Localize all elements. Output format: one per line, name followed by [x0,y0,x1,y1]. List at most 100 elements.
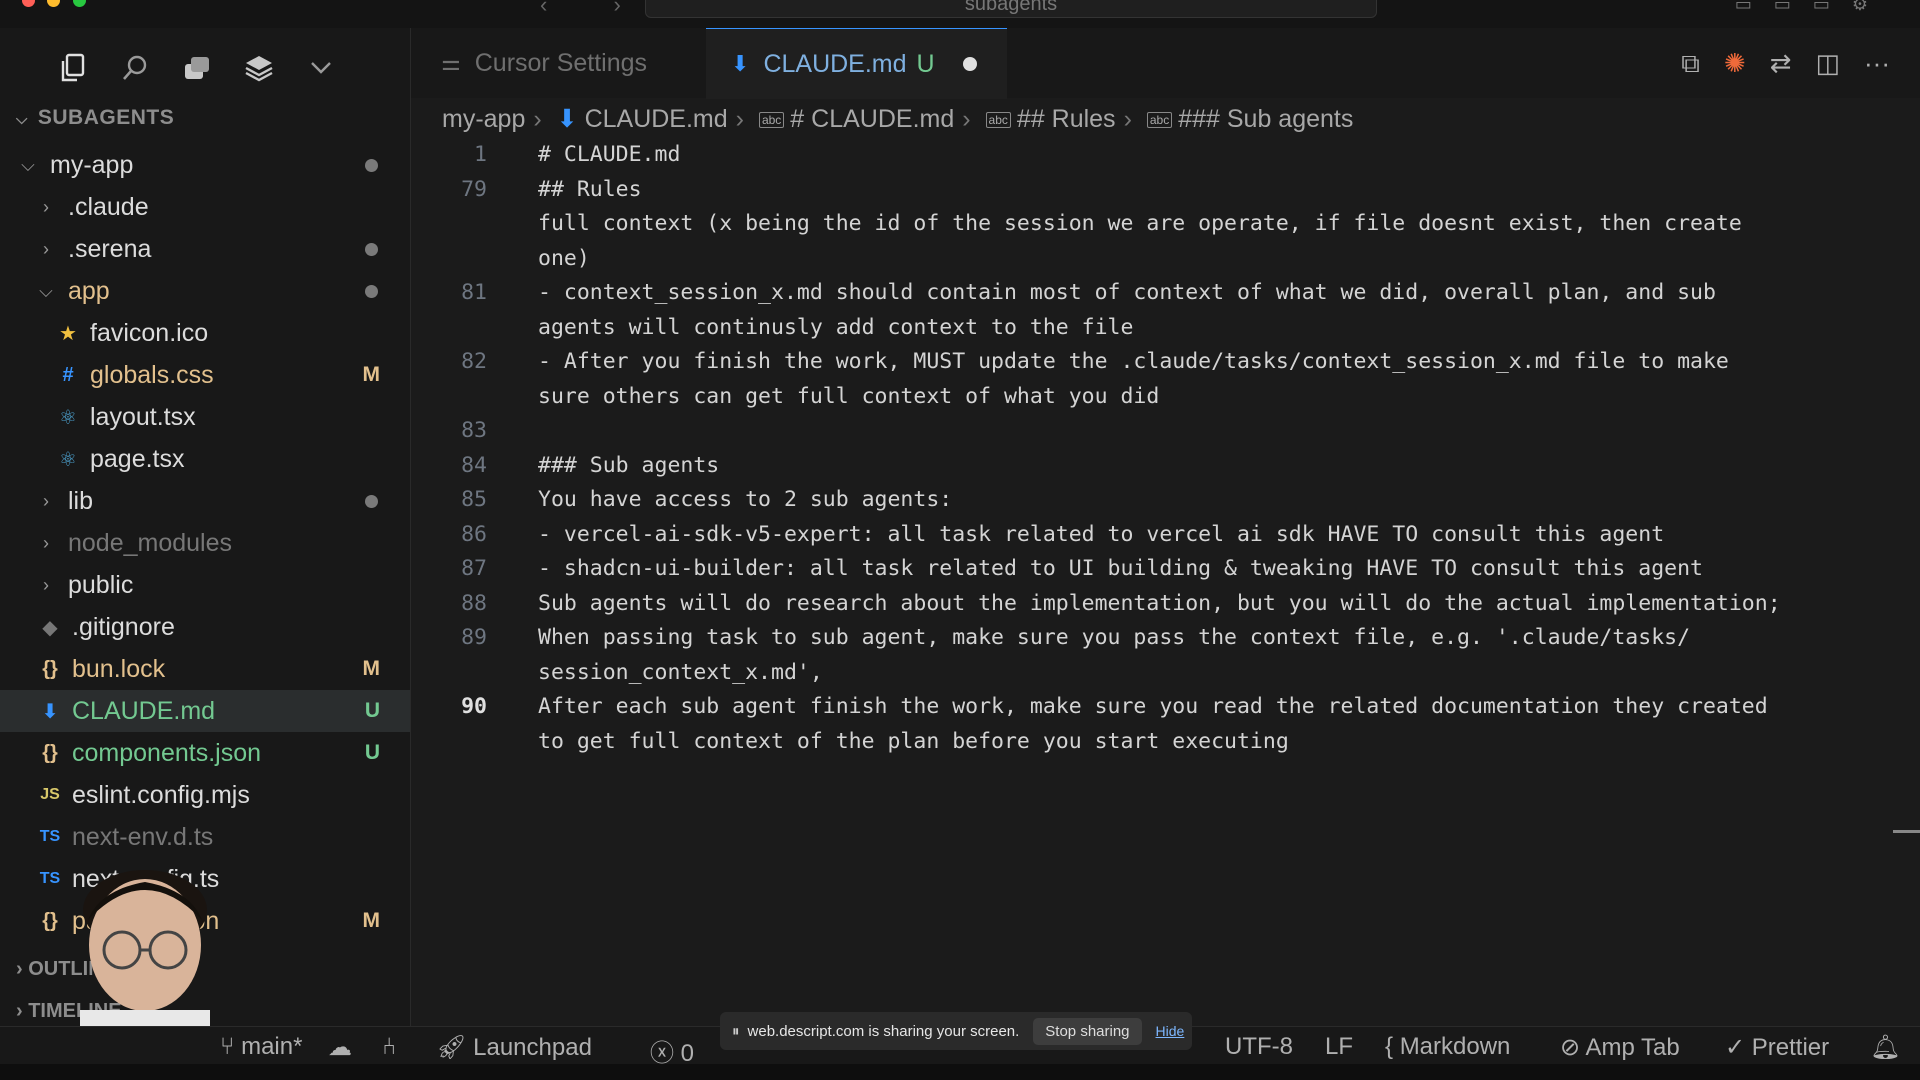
nav-arrows[interactable]: ‹ › [540,0,651,18]
file-type-icon: JS [40,786,60,803]
modified-dot-icon [365,284,378,298]
code-line[interactable]: 86 - vercel-ai-sdk-v5-expert: all task re… [411,518,1920,553]
line-text: one) [538,245,590,271]
breadcrumb-heading-1[interactable]: # CLAUDE.md [790,105,954,133]
eol-indicator[interactable]: LF [1325,1033,1353,1061]
tree-item[interactable]: ⌵ app [0,270,410,312]
language-indicator[interactable]: { Markdown [1385,1033,1510,1061]
chevron-right-icon: › [16,1000,29,1022]
stop-sharing-button[interactable]: Stop sharing [1033,1017,1142,1045]
line-number: 86 [461,521,487,547]
search-icon[interactable] [114,48,156,88]
git-graph-icon[interactable]: ⑃ [382,1033,396,1061]
webcam-overlay [50,840,240,1040]
code-line[interactable]: sure others can get full context of what… [411,380,1920,415]
breadcrumb-heading-3[interactable]: ### Sub agents [1178,105,1353,133]
line-text: # CLAUDE.md [538,142,681,167]
code-editor[interactable]: 1 # CLAUDE.md 79 ## Rules full context (x be… [411,138,1920,759]
line-text: agents will continusly add context to th… [538,314,1134,340]
amp-tab-indicator[interactable]: ⊘ Amp Tab [1560,1033,1680,1062]
git-compare-icon[interactable]: ⇄ [1770,48,1792,80]
maximize-window-icon[interactable] [72,0,86,7]
hide-banner-button[interactable]: Hide [1156,1023,1185,1039]
layers-icon[interactable] [238,48,280,88]
code-line[interactable]: one) [411,242,1920,277]
tree-item[interactable]: › lib [0,480,410,522]
tree-item-label: node_modules [68,528,233,557]
tree-item[interactable]: ★ favicon.ico [0,312,410,354]
code-line[interactable]: 1 # CLAUDE.md [411,138,1920,173]
breadcrumb-heading-2[interactable]: ## Rules [1017,105,1116,133]
code-line[interactable]: to get full context of the plan before y… [411,725,1920,760]
unsaved-dot-icon[interactable] [962,57,977,71]
file-type-icon: ⚛ [59,406,77,429]
tree-item[interactable]: ⬇ CLAUDE.md U [0,690,410,732]
tab-cursor-settings[interactable]: ⚌ Cursor Settings [441,28,647,98]
tree-item[interactable]: › .claude [0,186,410,228]
prettier-indicator[interactable]: ✓ Prettier [1725,1033,1829,1062]
problems-indicator[interactable]: ⓧ 0 [650,1033,694,1068]
tree-item[interactable]: › public [0,564,410,606]
tree-item[interactable]: {} components.json U [0,732,410,774]
code-line[interactable]: 87 - shadcn-ui-builder: all task related … [411,552,1920,587]
tree-item[interactable]: {} bun.lock M [0,648,410,690]
code-line[interactable]: session_context_x.md', [411,656,1920,691]
split-editor-icon[interactable]: ◫ [1815,48,1840,80]
tree-item[interactable]: JS eslint.config.mjs [0,774,410,816]
line-text: - shadcn-ui-builder: all task related to… [538,556,1703,581]
layout-icons[interactable]: ▭▭▭⚙ [1735,0,1890,15]
code-line[interactable]: full context (x being the id of the sess… [411,207,1920,242]
code-line[interactable]: 84 ### Sub agents [411,449,1920,484]
chevron-down-icon[interactable] [300,48,342,88]
chevron-right-icon: › [43,196,49,217]
more-actions-icon[interactable]: ··· [1864,48,1890,80]
code-line[interactable]: 85 You have access to 2 sub agents: [411,483,1920,518]
line-number: 85 [461,487,487,512]
rocket-icon: 🚀︎ [436,1034,474,1061]
breadcrumb-file[interactable]: CLAUDE.md [585,105,728,133]
scrollbar-marker[interactable] [1893,830,1920,833]
chevron-right-icon: › [1123,105,1132,133]
tree-item[interactable]: ◆ .gitignore [0,606,410,648]
file-type-icon: {} [42,657,58,680]
encoding-indicator[interactable]: UTF-8 [1225,1033,1293,1061]
line-text: ### Sub agents [538,452,720,478]
breadcrumb-folder[interactable]: my-app [442,105,525,133]
tree-item[interactable]: › .serena [0,228,410,270]
tree-item[interactable]: › node_modules [0,522,410,564]
chevron-right-icon: › [43,574,49,595]
line-text: When passing task to sub agent, make sur… [538,625,1691,650]
tree-item[interactable]: ⌵ my-app [0,144,410,186]
tree-item-label: components.json [72,738,262,767]
code-line[interactable]: 82 - After you finish the work, MUST upda… [411,345,1920,380]
code-line[interactable]: agents will continusly add context to th… [411,311,1920,346]
tree-item[interactable]: # globals.css M [0,354,410,396]
bell-icon[interactable]: 🔔︎ [1870,1033,1900,1062]
pause-icon[interactable]: ⏸ [732,1023,740,1040]
tab-claude-md[interactable]: ⬇ CLAUDE.md U [706,28,1007,99]
code-line[interactable]: 81 - context_session_x.md should contain … [411,276,1920,311]
window-controls[interactable] [22,0,94,12]
code-line[interactable]: 83 [411,414,1920,449]
extensions-icon[interactable] [176,48,218,88]
command-center[interactable]: subagents [645,0,1377,18]
minimize-window-icon[interactable] [47,0,61,7]
branch-indicator[interactable]: ⑂ main* [220,1033,302,1061]
line-number: 81 [461,280,487,305]
claude-sparkle-icon[interactable]: ✺ [1724,48,1746,80]
section-header[interactable]: ⌵ SUBAGENTS [16,106,174,130]
code-line[interactable]: 79 ## Rules [411,173,1920,208]
code-line[interactable]: 90 After each sub agent finish the work, … [411,690,1920,725]
sync-icon[interactable]: ☁ [328,1033,352,1062]
launchpad-button[interactable]: 🚀︎ Launchpad [436,1033,592,1062]
explorer-icon[interactable] [52,48,94,88]
tree-item[interactable]: ⚛ layout.tsx [0,396,410,438]
code-line[interactable]: 89 When passing task to sub agent, make s… [411,621,1920,656]
open-preview-icon[interactable]: ⧉ [1681,48,1700,80]
tree-item-label: page.tsx [90,444,185,473]
code-line[interactable]: 88 Sub agents will do research about the … [411,587,1920,622]
tree-item[interactable]: ⚛ page.tsx [0,438,410,480]
title-bar: ‹ › subagents ▭▭▭⚙ [0,0,1920,28]
close-window-icon[interactable] [22,0,35,7]
line-text: You have access to 2 sub agents: [538,487,953,512]
